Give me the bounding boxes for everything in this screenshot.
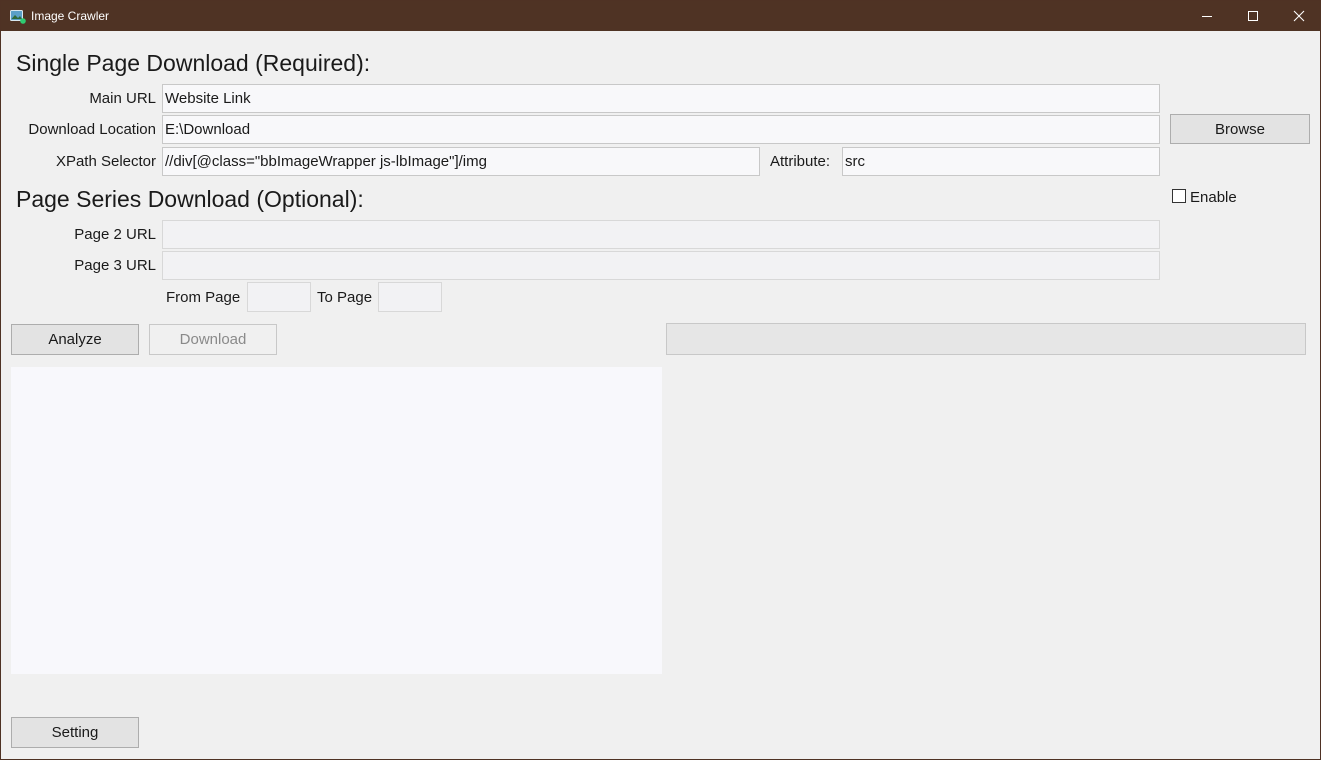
download-location-input[interactable]: E:\Download	[162, 115, 1160, 144]
to-page-input[interactable]	[378, 282, 442, 312]
close-button[interactable]	[1276, 1, 1321, 31]
page3-url-input[interactable]	[162, 251, 1160, 280]
from-page-label: From Page	[166, 289, 241, 306]
xpath-selector-input[interactable]: //div[@class="bbImageWrapper js-lbImage"…	[162, 147, 760, 176]
title-bar[interactable]: Image Crawler	[1, 1, 1321, 31]
minimize-button[interactable]	[1184, 1, 1230, 31]
browse-button[interactable]: Browse	[1170, 114, 1310, 144]
main-url-input[interactable]: Website Link	[162, 84, 1160, 113]
image-app-icon	[10, 10, 26, 24]
single-page-heading: Single Page Download (Required):	[16, 50, 371, 76]
page2-url-input[interactable]	[162, 220, 1160, 249]
download-location-label: Download Location	[28, 121, 156, 138]
page3-url-label: Page 3 URL	[74, 257, 156, 274]
page-series-heading: Page Series Download (Optional):	[16, 186, 364, 212]
download-progress-bar	[666, 323, 1306, 355]
maximize-button[interactable]	[1230, 1, 1276, 31]
xpath-selector-label: XPath Selector	[55, 153, 156, 170]
attribute-input[interactable]: src	[842, 147, 1160, 176]
maximize-icon	[1248, 11, 1258, 21]
to-page-label: To Page	[317, 289, 373, 306]
main-url-label: Main URL	[89, 90, 156, 107]
attribute-label: Attribute:	[770, 153, 831, 170]
download-button[interactable]: Download	[149, 324, 277, 355]
app-window: Image Crawler Single Page Download (Requ…	[0, 0, 1321, 760]
setting-button[interactable]: Setting	[11, 717, 139, 748]
enable-checkbox[interactable]	[1172, 189, 1186, 203]
minimize-icon	[1202, 16, 1212, 17]
from-page-input[interactable]	[247, 282, 311, 312]
page2-url-label: Page 2 URL	[74, 226, 156, 243]
window-title: Image Crawler	[31, 9, 110, 23]
enable-label[interactable]: Enable	[1190, 188, 1237, 208]
close-icon	[1293, 10, 1305, 22]
log-output-area[interactable]	[11, 367, 662, 674]
analyze-button[interactable]: Analyze	[11, 324, 139, 355]
